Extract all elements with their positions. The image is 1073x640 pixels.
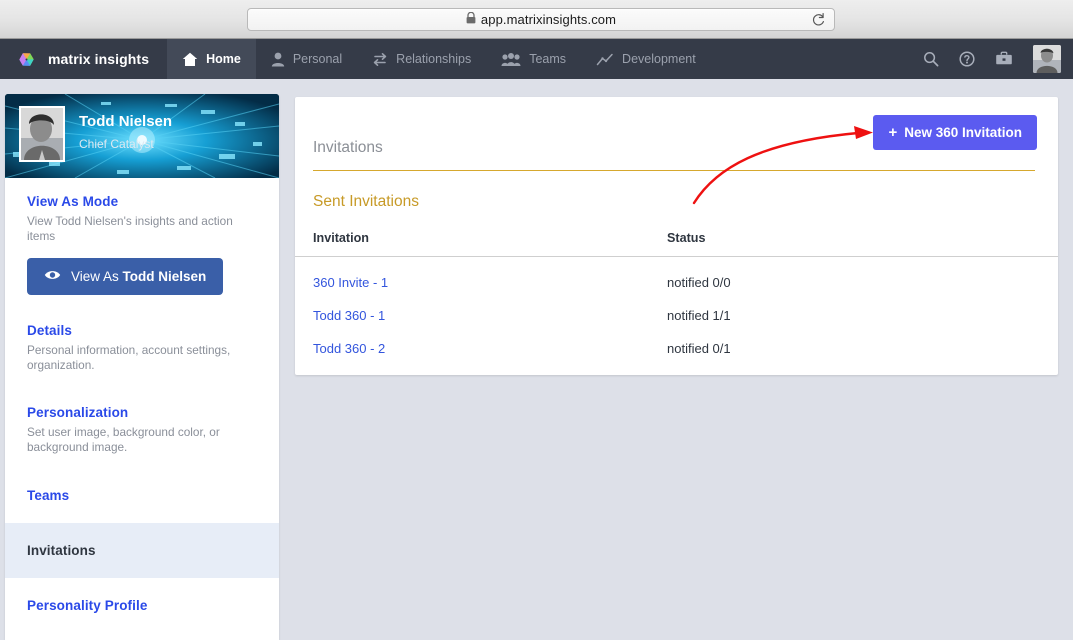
view-as-button-label: View As Todd Nielsen bbox=[71, 269, 207, 285]
sidebar-desc-personalization: Set user image, background color, or bac… bbox=[27, 425, 220, 455]
sidebar: Todd Nielsen Chief Catalyst View As Mode… bbox=[5, 94, 279, 640]
invitations-card: Invitations + New 360 Invitation Sent In… bbox=[295, 97, 1058, 375]
nav-item-relationships[interactable]: Relationships bbox=[357, 39, 486, 79]
sidebar-link-details[interactable]: Details bbox=[27, 323, 257, 338]
invitation-link[interactable]: 360 Invite - 1 bbox=[313, 275, 388, 290]
nav-item-teams-label: Teams bbox=[529, 52, 567, 66]
person-icon bbox=[271, 52, 285, 67]
brand-text: matrix insights bbox=[48, 51, 150, 67]
nav-item-development[interactable]: Development bbox=[581, 39, 711, 79]
profile-photo bbox=[19, 106, 65, 162]
invitation-status: notified 0/0 bbox=[667, 275, 731, 290]
browser-chrome: app.matrixinsights.com bbox=[0, 0, 1073, 39]
sidebar-link-personalization[interactable]: Personalization bbox=[27, 405, 257, 420]
avatar[interactable] bbox=[1033, 45, 1061, 73]
table-header-row: Invitation Status bbox=[295, 231, 1058, 257]
reload-icon[interactable] bbox=[811, 12, 826, 33]
invitation-status: notified 0/1 bbox=[667, 341, 731, 356]
app-navbar: matrix insights Home Personal Relationsh… bbox=[0, 39, 1073, 79]
search-icon[interactable] bbox=[923, 51, 939, 67]
nav-item-development-label: Development bbox=[622, 52, 696, 66]
trend-line-chart-icon bbox=[596, 52, 614, 67]
invitation-status: notified 1/1 bbox=[667, 308, 731, 323]
new-360-invitation-label: New 360 Invitation bbox=[904, 125, 1022, 140]
nav-item-teams[interactable]: Teams bbox=[486, 39, 581, 79]
plus-icon: + bbox=[888, 124, 898, 141]
nav-items: Home Personal Relationships Teams Develo… bbox=[167, 39, 711, 79]
sidebar-item-personality-profile[interactable]: Personality Profile bbox=[5, 578, 279, 633]
sidebar-section-personalization: Personalization Set user image, backgrou… bbox=[5, 385, 279, 467]
view-as-mode-section: View As Mode View Todd Nielsen's insight… bbox=[5, 178, 279, 303]
view-as-mode-description: View Todd Nielsen's insights and action … bbox=[27, 214, 233, 244]
invitation-link[interactable]: Todd 360 - 2 bbox=[313, 341, 385, 356]
lock-icon bbox=[466, 11, 476, 29]
table-row: 360 Invite - 1 notified 0/0 bbox=[295, 257, 1058, 300]
url-text: app.matrixinsights.com bbox=[480, 12, 617, 27]
sent-invitations-heading: Sent Invitations bbox=[313, 193, 419, 210]
nav-item-personal-label: Personal bbox=[292, 52, 343, 66]
group-people-icon bbox=[501, 52, 521, 67]
sidebar-item-invitations-label: Invitations bbox=[27, 542, 96, 558]
sidebar-item-invitations[interactable]: Invitations bbox=[5, 522, 279, 578]
sidebar-item-personality-profile-label: Personality Profile bbox=[27, 597, 148, 613]
nav-item-home-label: Home bbox=[206, 52, 241, 66]
brand-logo-link[interactable]: matrix insights bbox=[0, 39, 167, 79]
nav-item-relationships-label: Relationships bbox=[396, 52, 472, 66]
view-as-button[interactable]: View As Todd Nielsen bbox=[27, 258, 224, 296]
home-icon bbox=[182, 52, 198, 67]
column-header-invitation: Invitation bbox=[295, 231, 667, 257]
nav-right-icons bbox=[923, 39, 1073, 79]
profile-title: Chief Catalyst bbox=[79, 136, 154, 151]
sidebar-item-teams-label: Teams bbox=[27, 487, 70, 503]
eye-icon bbox=[44, 269, 61, 284]
invitations-table: Invitation Status 360 Invite - 1 notifie… bbox=[295, 231, 1058, 365]
profile-name: Todd Nielsen bbox=[79, 113, 173, 131]
invitation-link[interactable]: Todd 360 - 1 bbox=[313, 308, 385, 323]
nav-item-personal[interactable]: Personal bbox=[256, 39, 357, 79]
sidebar-item-teams[interactable]: Teams bbox=[5, 468, 279, 523]
sidebar-section-details: Details Personal information, account se… bbox=[5, 303, 279, 385]
briefcase-icon[interactable] bbox=[995, 51, 1013, 67]
table-row: Todd 360 - 1 notified 1/1 bbox=[295, 299, 1058, 332]
card-header: Invitations + New 360 Invitation bbox=[295, 97, 1058, 171]
table-row: Todd 360 - 2 notified 0/1 bbox=[295, 332, 1058, 365]
nav-item-home[interactable]: Home bbox=[167, 39, 256, 79]
column-header-status: Status bbox=[667, 231, 1058, 257]
matrix-hexagon-logo-icon bbox=[14, 47, 39, 72]
view-as-mode-heading[interactable]: View As Mode bbox=[27, 194, 257, 209]
help-circle-icon[interactable] bbox=[959, 51, 975, 67]
url-bar[interactable]: app.matrixinsights.com bbox=[247, 8, 835, 31]
exchange-arrows-icon bbox=[372, 52, 388, 67]
new-360-invitation-button[interactable]: + New 360 Invitation bbox=[873, 115, 1037, 150]
profile-card: Todd Nielsen Chief Catalyst bbox=[5, 94, 279, 178]
sidebar-desc-details: Personal information, account settings, … bbox=[27, 343, 231, 373]
